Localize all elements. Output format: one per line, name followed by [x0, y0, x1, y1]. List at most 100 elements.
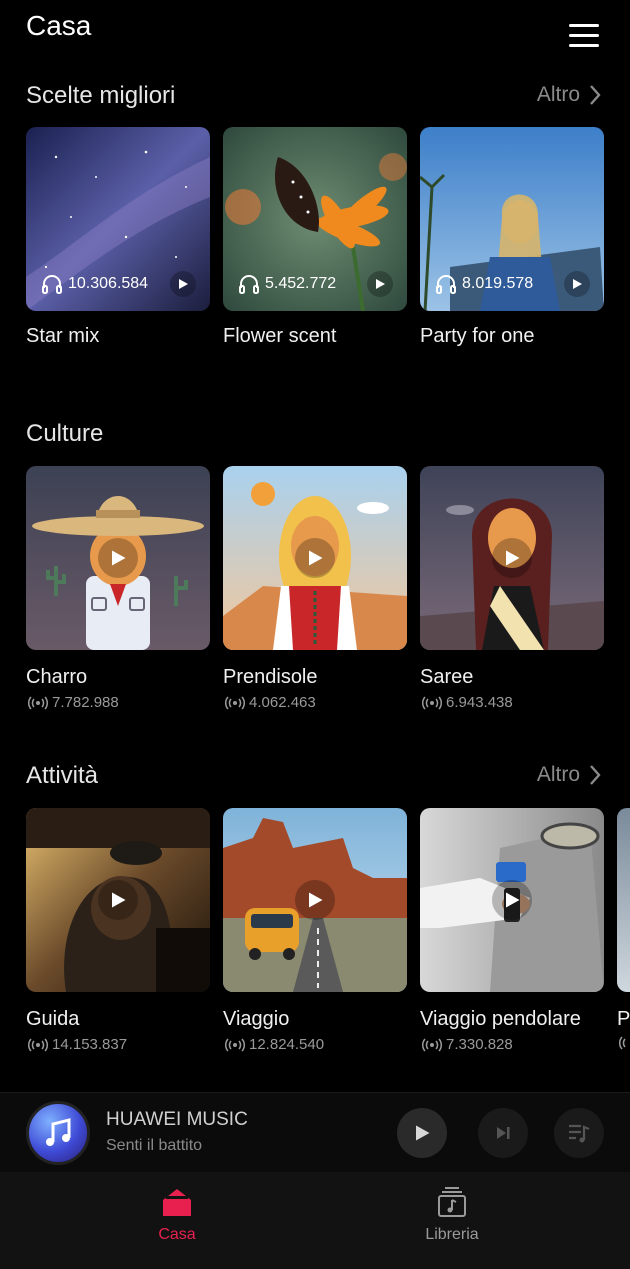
- skip-next-icon: [497, 1127, 510, 1139]
- playlist-cover[interactable]: [26, 808, 210, 992]
- broadcast-icon: [28, 1038, 48, 1051]
- playlist-title: Star mix: [26, 325, 100, 347]
- broadcast-icon: [422, 1038, 442, 1051]
- play-icon: [506, 550, 520, 566]
- play-count-overlay: 8.019.578: [434, 271, 590, 297]
- player-title: HUAWEI MUSIC: [106, 1109, 248, 1130]
- playlist-card-viaggio-pendolare[interactable]: Viaggio pendolare 7.330.828: [420, 808, 604, 1053]
- app-header: Casa: [0, 0, 630, 70]
- playlist-card-charro[interactable]: Charro 7.782.988: [26, 466, 210, 711]
- play-button[interactable]: [295, 880, 335, 920]
- page-title: Casa: [26, 10, 92, 41]
- library-icon: [438, 1187, 466, 1217]
- play-icon: [376, 279, 385, 289]
- play-icon: [179, 279, 188, 289]
- play-button[interactable]: [492, 880, 532, 920]
- listener-count-row: 4.062.463: [225, 694, 316, 711]
- play-button[interactable]: [295, 538, 335, 578]
- play-icon: [112, 892, 126, 908]
- play-count: 5.452.772: [265, 275, 337, 292]
- section-title-activity: Attività: [26, 762, 99, 789]
- tab-casa[interactable]: Casa: [117, 1186, 237, 1244]
- tab-libreria[interactable]: Libreria: [392, 1186, 512, 1244]
- menu-icon: [569, 34, 599, 37]
- play-count: 8.019.578: [462, 275, 534, 292]
- more-link-top-picks[interactable]: Altro: [537, 83, 602, 107]
- headphones-icon: [239, 275, 259, 294]
- playlist-cover[interactable]: 5.452.772: [223, 127, 407, 311]
- playlist-title: Viaggio pendolare: [420, 1008, 581, 1030]
- playlist-cover[interactable]: [223, 808, 407, 992]
- chevron-right-icon: [590, 85, 601, 105]
- play-button[interactable]: [492, 538, 532, 578]
- player-artwork[interactable]: [26, 1101, 90, 1165]
- playlist-card-party-for-one[interactable]: 8.019.578 Party for one: [420, 127, 604, 347]
- listener-count-row: 14.153.837: [28, 1036, 127, 1053]
- listener-count: 12.824.540: [249, 1036, 325, 1053]
- playlist-title: Charro: [26, 666, 88, 688]
- section-title-top-picks: Scelte migliori: [26, 82, 176, 109]
- play-count: 10.306.584: [68, 275, 149, 292]
- playlist-card-prendisole[interactable]: Prendisole 4.062.463: [223, 466, 407, 711]
- chevron-right-icon: [590, 765, 601, 785]
- playlist-card-partial[interactable]: P: [617, 808, 630, 1068]
- playlist-queue-icon: [569, 1124, 590, 1143]
- play-icon: [309, 550, 323, 566]
- playlist-card-saree[interactable]: Saree 6.943.438: [420, 466, 604, 711]
- listener-count-row: 7.330.828: [422, 1036, 513, 1053]
- broadcast-icon: [618, 1036, 626, 1050]
- player-subtitle: Senti il battito: [106, 1137, 203, 1154]
- play-button[interactable]: [367, 271, 393, 297]
- tab-label: Casa: [158, 1226, 196, 1243]
- listener-count: 7.330.828: [446, 1036, 513, 1053]
- playlist-title: Flower scent: [223, 325, 337, 347]
- menu-button[interactable]: [563, 18, 605, 52]
- mini-player[interactable]: HUAWEI MUSIC Senti il battito: [0, 1092, 630, 1172]
- more-link-activity[interactable]: Altro: [537, 763, 602, 787]
- player-queue-button[interactable]: [554, 1108, 604, 1158]
- more-label: Altro: [536, 763, 580, 786]
- playlist-title: P: [617, 1008, 630, 1030]
- playlist-cover[interactable]: [223, 466, 407, 650]
- playlist-cover[interactable]: [26, 466, 210, 650]
- menu-icon: [569, 44, 599, 47]
- play-icon: [309, 892, 323, 908]
- play-button[interactable]: [170, 271, 196, 297]
- playlist-card-viaggio[interactable]: Viaggio 12.824.540: [223, 808, 407, 1053]
- play-button[interactable]: [98, 880, 138, 920]
- headphones-icon: [436, 275, 456, 294]
- listener-count: 14.153.837: [52, 1036, 128, 1053]
- play-button[interactable]: [98, 538, 138, 578]
- playlist-title: Guida: [26, 1008, 80, 1030]
- broadcast-icon: [225, 696, 245, 709]
- broadcast-icon: [28, 696, 48, 709]
- home-icon: [163, 1189, 191, 1216]
- listener-count-row: 12.824.540: [225, 1036, 324, 1053]
- player-next-button[interactable]: [478, 1108, 528, 1158]
- playlist-card-flower-scent[interactable]: 5.452.772 Flower scent: [223, 127, 407, 347]
- play-icon: [506, 892, 520, 908]
- play-icon: [573, 279, 582, 289]
- playlist-cover[interactable]: [617, 808, 630, 992]
- listener-count-row: 6.943.438: [422, 694, 513, 711]
- music-note-icon: [46, 1118, 71, 1146]
- play-button[interactable]: [564, 271, 590, 297]
- listener-count-row: [618, 1036, 630, 1055]
- bottom-tab-bar: Casa Libreria: [0, 1172, 630, 1269]
- playlist-cover[interactable]: [420, 466, 604, 650]
- playlist-title: Prendisole: [223, 666, 318, 688]
- playlist-cover[interactable]: 8.019.578: [420, 127, 604, 311]
- playlist-cover[interactable]: [420, 808, 604, 992]
- more-label: Altro: [536, 83, 580, 106]
- playlist-title: Saree: [420, 666, 474, 688]
- play-icon: [416, 1125, 430, 1141]
- play-count-overlay: 10.306.584: [40, 271, 196, 297]
- playlist-card-star-mix[interactable]: 10.306.584 Star mix: [26, 127, 210, 347]
- tab-label: Libreria: [425, 1226, 479, 1243]
- player-play-button[interactable]: [397, 1108, 447, 1158]
- playlist-card-guida[interactable]: Guida 14.153.837: [26, 808, 210, 1053]
- play-icon: [112, 550, 126, 566]
- menu-icon: [569, 24, 599, 27]
- playlist-cover[interactable]: 10.306.584: [26, 127, 210, 311]
- listener-count: 6.943.438: [446, 694, 513, 711]
